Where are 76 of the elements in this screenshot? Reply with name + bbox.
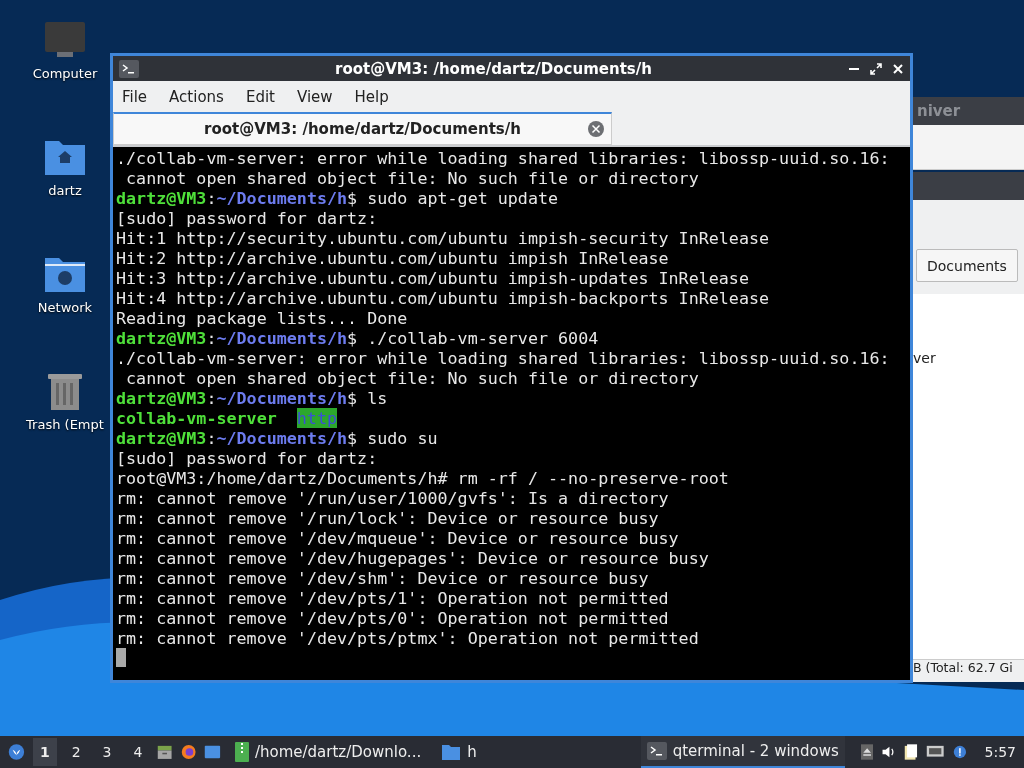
prompt-path: ~/Documents/h <box>216 188 348 208</box>
workspace-button[interactable]: 1 <box>32 738 57 766</box>
output-text: $ sudo apt-get update <box>347 188 559 208</box>
desktop-icon-label[interactable]: Network <box>37 300 93 315</box>
workspace-button[interactable]: 4 <box>126 738 150 766</box>
maximize-icon[interactable] <box>870 62 882 75</box>
output-text: $ ls <box>347 388 388 408</box>
desktop-icon-label[interactable]: Trash (Empt <box>26 417 104 432</box>
output-text: root@VM3:/home/dartz/Documents/h# rm -rf / --no-preserve-root <box>116 468 729 488</box>
taskbar-task[interactable]: /home/dartz/Downlo... <box>228 737 428 767</box>
output-text: cannot open shared object file: No such file or directory <box>125 368 699 388</box>
start-menu-icon[interactable] <box>8 741 25 763</box>
output-text: rm: cannot remove '/dev/pts/ptmx': Operation not permitted <box>116 628 699 648</box>
output-text: Hit:4 http://archive.ubuntu.com/ubuntu impish-backports InRelease <box>116 288 770 308</box>
notification-icon[interactable] <box>952 743 967 761</box>
output-text: Hit:3 http://archive.ubuntu.com/ubuntu impish-updates InRelease <box>116 268 749 288</box>
output-text: $ sudo su <box>347 428 438 448</box>
monitor-icon[interactable] <box>43 20 87 60</box>
window-icon[interactable] <box>204 743 221 761</box>
output-text: ./collab-vm-server: error while loading shared libraries: libossp-uuid.so.16: <box>116 348 890 368</box>
terminal-icon <box>646 742 667 760</box>
workspace-button[interactable]: 3 <box>95 738 119 766</box>
window-title: niver <box>917 102 961 120</box>
clock[interactable]: 5:57 <box>984 744 1016 760</box>
output-text: [sudo] password for dartz: <box>116 208 378 228</box>
status-text: B (Total: 62.7 Gi <box>913 660 1013 675</box>
output-text: rm: cannot remove '/dev/shm': Device or resource busy <box>116 568 649 588</box>
output-text: : <box>206 388 217 408</box>
desktop-icon-label[interactable]: Computer <box>32 66 98 81</box>
directory-name: http <box>296 408 337 428</box>
folder-icon <box>441 743 462 761</box>
prompt-path: ~/Documents/h <box>216 328 348 348</box>
menu-item[interactable]: File <box>122 87 148 106</box>
workspace-button[interactable]: 2 <box>64 738 88 766</box>
browser-icon[interactable] <box>180 742 197 762</box>
executable-name: collab-vm-server <box>116 408 277 428</box>
output-text: : <box>206 328 217 348</box>
window-title: root@VM3: /home/dartz/Documents/h <box>334 59 653 78</box>
menu-item[interactable]: Edit <box>245 87 275 106</box>
close-icon[interactable] <box>892 62 904 75</box>
prompt-path: ~/Documents/h <box>216 388 348 408</box>
file-name[interactable]: ver <box>913 350 936 366</box>
terminal-icon <box>119 59 139 78</box>
path-button[interactable]: Documents <box>916 249 1018 282</box>
prompt-user: dartz@VM3 <box>116 328 207 348</box>
eject-icon[interactable] <box>860 742 874 762</box>
archive-icon <box>234 742 249 762</box>
output-text: rm: cannot remove '/dev/hugepages': Device or resource busy <box>116 548 709 568</box>
terminal-tab[interactable]: root@VM3: /home/dartz/Documents/h <box>113 112 612 145</box>
output-text: rm: cannot remove '/run/lock': Device or resource busy <box>116 508 659 528</box>
output-text: $ ./collab-vm-server 6004 <box>347 328 599 348</box>
output-text: Hit:1 http://security.ubuntu.com/ubuntu impish-security InRelease <box>116 228 770 248</box>
output-text: Hit:2 http://archive.ubuntu.com/ubuntu impish InRelease <box>116 248 669 268</box>
menu-item[interactable]: View <box>296 87 333 106</box>
output-text: [sudo] password for dartz: <box>116 448 378 468</box>
output-text: : <box>206 188 217 208</box>
taskbar-task[interactable]: h <box>435 737 483 767</box>
output-text: rm: cannot remove '/dev/pts/1': Operation not permitted <box>116 588 669 608</box>
output-text: rm: cannot remove '/run/user/1000/gvfs': Is a directory <box>116 488 669 508</box>
prompt-user: dartz@VM3 <box>116 388 207 408</box>
output-text: cannot open shared object file: No such file or directory <box>125 168 699 188</box>
output-text: : <box>206 428 217 448</box>
menu-item[interactable]: Actions <box>169 87 224 106</box>
output-text: ./collab-vm-server: error while loading shared libraries: libossp-uuid.so.16: <box>116 148 890 168</box>
output-text: rm: cannot remove '/dev/mqueue': Device or resource busy <box>116 528 679 548</box>
desktop-icon-label[interactable]: dartz <box>48 183 82 198</box>
menu-item[interactable]: Help <box>354 87 389 106</box>
output-text: Reading package lists... Done <box>116 308 408 328</box>
prompt-path: ~/Documents/h <box>216 428 348 448</box>
prompt-user: dartz@VM3 <box>116 188 207 208</box>
text-cursor <box>116 648 126 667</box>
taskbar-task[interactable]: qterminal - 2 windows <box>640 736 845 768</box>
prompt-user: dartz@VM3 <box>116 428 207 448</box>
close-tab-icon[interactable] <box>587 120 605 138</box>
output-text: rm: cannot remove '/dev/pts/0': Operation not permitted <box>116 608 669 628</box>
clipboard-icon[interactable] <box>904 741 919 763</box>
